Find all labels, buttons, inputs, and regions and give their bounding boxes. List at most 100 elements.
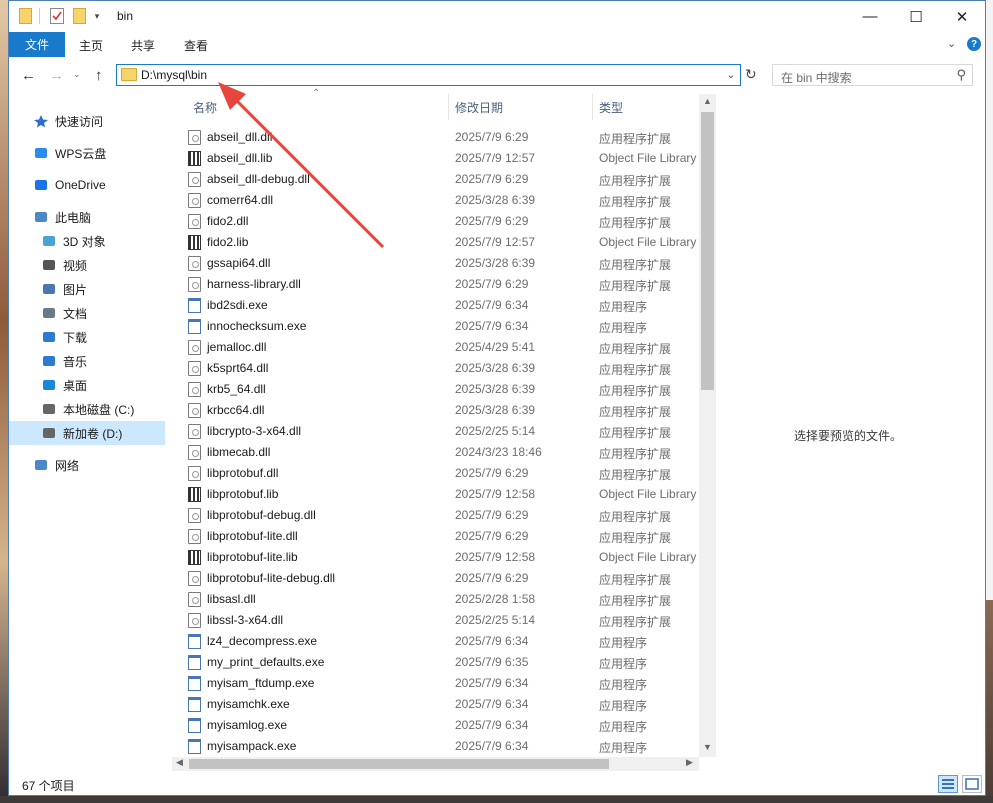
search-input[interactable]: 在 bin 中搜索 ⚲ (772, 64, 973, 86)
sidebar-item[interactable]: 文档 (9, 301, 165, 325)
horizontal-scrollbar[interactable]: ◀ ▶ (172, 757, 699, 771)
sidebar-item[interactable]: 下载 (9, 325, 165, 349)
file-row[interactable]: libprotobuf.dll 2025/7/9 6:29 应用程序扩展 (184, 463, 704, 484)
maximize-button[interactable]: ☐ (893, 1, 939, 32)
file-type: 应用程序扩展 (599, 615, 672, 629)
sidebar-item[interactable]: OneDrive (9, 173, 165, 197)
file-row[interactable]: libcrypto-3-x64.dll 2025/2/25 5:14 应用程序扩展 (184, 421, 704, 442)
file-date: 2025/7/9 6:29 (455, 508, 529, 522)
scroll-up-icon[interactable]: ▲ (703, 96, 712, 106)
properties-icon[interactable] (50, 8, 64, 24)
file-type: Object File Library (599, 151, 697, 165)
dll-file-icon (188, 445, 201, 460)
file-row[interactable]: libprotobuf.lib 2025/7/9 12:58 Object File… (184, 484, 704, 505)
file-row[interactable]: jemalloc.dll 2025/4/29 5:41 应用程序扩展 (184, 337, 704, 358)
help-icon[interactable]: ? (967, 37, 981, 51)
sidebar-item[interactable]: 3D 对象 (9, 229, 165, 253)
large-icons-view-icon[interactable] (962, 775, 982, 793)
sidebar-item[interactable]: 图片 (9, 277, 165, 301)
file-type: 应用程序 (599, 321, 648, 335)
tab-file[interactable]: 文件 (9, 32, 65, 57)
file-row[interactable]: libprotobuf-lite.dll 2025/7/9 6:29 应用程序扩展 (184, 526, 704, 547)
drive-icon (41, 426, 57, 440)
file-row[interactable]: gssapi64.dll 2025/3/28 6:39 应用程序扩展 (184, 253, 704, 274)
minimize-button[interactable]: — (847, 1, 893, 32)
column-header-date[interactable]: 修改日期 (455, 94, 503, 120)
horizontal-scroll-thumb[interactable] (189, 759, 609, 769)
dll-file-icon (188, 403, 201, 418)
column-divider[interactable] (592, 94, 593, 120)
file-row[interactable]: fido2.dll 2025/7/9 6:29 应用程序扩展 (184, 211, 704, 232)
file-row[interactable]: libprotobuf-debug.dll 2025/7/9 6:29 应用程序扩展 (184, 505, 704, 526)
sidebar-item[interactable]: 桌面 (9, 373, 165, 397)
forward-arrow-icon[interactable]: → (49, 67, 64, 84)
exe-file-icon (188, 697, 201, 712)
close-button[interactable]: ✕ (939, 1, 985, 32)
search-icon[interactable]: ⚲ (956, 67, 966, 83)
scroll-left-icon[interactable]: ◀ (176, 757, 183, 768)
details-view-icon[interactable] (938, 775, 958, 793)
vertical-scroll-thumb[interactable] (701, 112, 714, 390)
file-row[interactable]: myisam_ftdump.exe 2025/7/9 6:34 应用程序 (184, 673, 704, 694)
file-date: 2025/7/9 6:35 (455, 655, 529, 669)
sidebar-item[interactable]: 此电脑 (9, 205, 165, 229)
chevron-down-icon[interactable]: ⌄ (947, 37, 956, 50)
file-row[interactable]: my_print_defaults.exe 2025/7/9 6:35 应用程序 (184, 652, 704, 673)
sidebar-item[interactable]: 音乐 (9, 349, 165, 373)
scroll-down-icon[interactable]: ▼ (703, 742, 712, 752)
vertical-scrollbar[interactable]: ▲ ▼ (699, 94, 716, 757)
column-divider[interactable] (448, 94, 449, 120)
file-row[interactable]: libprotobuf-lite.lib 2025/7/9 12:58 Object… (184, 547, 704, 568)
sidebar-item[interactable]: 快速访问 (9, 109, 165, 133)
file-row[interactable]: harness-library.dll 2025/7/9 6:29 应用程序扩展 (184, 274, 704, 295)
tab-home[interactable]: 主页 (79, 37, 103, 54)
file-row[interactable]: lz4_decompress.exe 2025/7/9 6:34 应用程序 (184, 631, 704, 652)
toolbar-divider (39, 8, 40, 24)
file-name: myisampack.exe (207, 739, 297, 753)
chevron-down-icon[interactable]: ⌄ (722, 65, 740, 85)
file-row[interactable]: krb5_64.dll 2025/3/28 6:39 应用程序扩展 (184, 379, 704, 400)
customize-toolbar-icon[interactable]: ▾ (91, 8, 103, 24)
file-row[interactable]: abseil_dll.dll 2025/7/9 6:29 应用程序扩展 (184, 127, 704, 148)
up-arrow-icon[interactable]: ↑ (95, 67, 103, 84)
tab-view[interactable]: 查看 (184, 37, 208, 54)
file-row[interactable]: ibd2sdi.exe 2025/7/9 6:34 应用程序 (184, 295, 704, 316)
sidebar-item[interactable]: WPS云盘 (9, 141, 165, 165)
file-row[interactable]: libsasl.dll 2025/2/28 1:58 应用程序扩展 (184, 589, 704, 610)
file-row[interactable]: libssl-3-x64.dll 2025/2/25 5:14 应用程序扩展 (184, 610, 704, 631)
file-row[interactable]: abseil_dll.lib 2025/7/9 12:57 Object File … (184, 148, 704, 169)
back-arrow-icon[interactable]: ← (21, 67, 36, 84)
exe-file-icon (188, 298, 201, 313)
file-row[interactable]: abseil_dll-debug.dll 2025/7/9 6:29 应用程序扩展 (184, 169, 704, 190)
file-row[interactable]: myisamchk.exe 2025/7/9 6:34 应用程序 (184, 694, 704, 715)
file-row[interactable]: innochecksum.exe 2025/7/9 6:34 应用程序 (184, 316, 704, 337)
file-row[interactable]: k5sprt64.dll 2025/3/28 6:39 应用程序扩展 (184, 358, 704, 379)
sidebar-item[interactable]: 网络 (9, 453, 165, 477)
file-row[interactable]: comerr64.dll 2025/3/28 6:39 应用程序扩展 (184, 190, 704, 211)
column-header-name[interactable]: 名称 (193, 94, 217, 120)
file-row[interactable]: myisampack.exe 2025/7/9 6:34 应用程序 (184, 736, 704, 757)
exe-file-icon (188, 655, 201, 670)
file-row[interactable]: libprotobuf-lite-debug.dll 2025/7/9 6:29 应… (184, 568, 704, 589)
refresh-icon[interactable]: ↻ (745, 66, 759, 83)
tab-share[interactable]: 共享 (131, 37, 155, 54)
sidebar-item[interactable]: 新加卷 (D:) (9, 421, 165, 445)
new-folder-icon[interactable] (73, 8, 86, 24)
file-row[interactable]: fido2.lib 2025/7/9 12:57 Object File Libra… (184, 232, 704, 253)
recent-locations-icon[interactable]: ⌄ (73, 69, 81, 80)
sidebar-item[interactable]: 视频 (9, 253, 165, 277)
file-row[interactable]: myisamlog.exe 2025/7/9 6:34 应用程序 (184, 715, 704, 736)
file-name: comerr64.dll (207, 193, 274, 207)
column-header-type[interactable]: 类型 (599, 94, 623, 120)
sidebar-item-label: 网络 (55, 458, 80, 473)
file-row[interactable]: krbcc64.dll 2025/3/28 6:39 应用程序扩展 (184, 400, 704, 421)
scroll-right-icon[interactable]: ▶ (686, 757, 693, 768)
desktop-background-right-lower (986, 600, 993, 803)
sidebar-item-label: 文档 (63, 306, 88, 321)
address-bar[interactable]: D:\mysql\bin ⌄ (116, 64, 741, 86)
network-icon (33, 458, 49, 472)
file-date: 2025/7/9 6:34 (455, 718, 529, 732)
file-row[interactable]: libmecab.dll 2024/3/23 18:46 应用程序扩展 (184, 442, 704, 463)
sidebar-item[interactable]: 本地磁盘 (C:) (9, 397, 165, 421)
address-path[interactable]: D:\mysql\bin (141, 68, 207, 82)
